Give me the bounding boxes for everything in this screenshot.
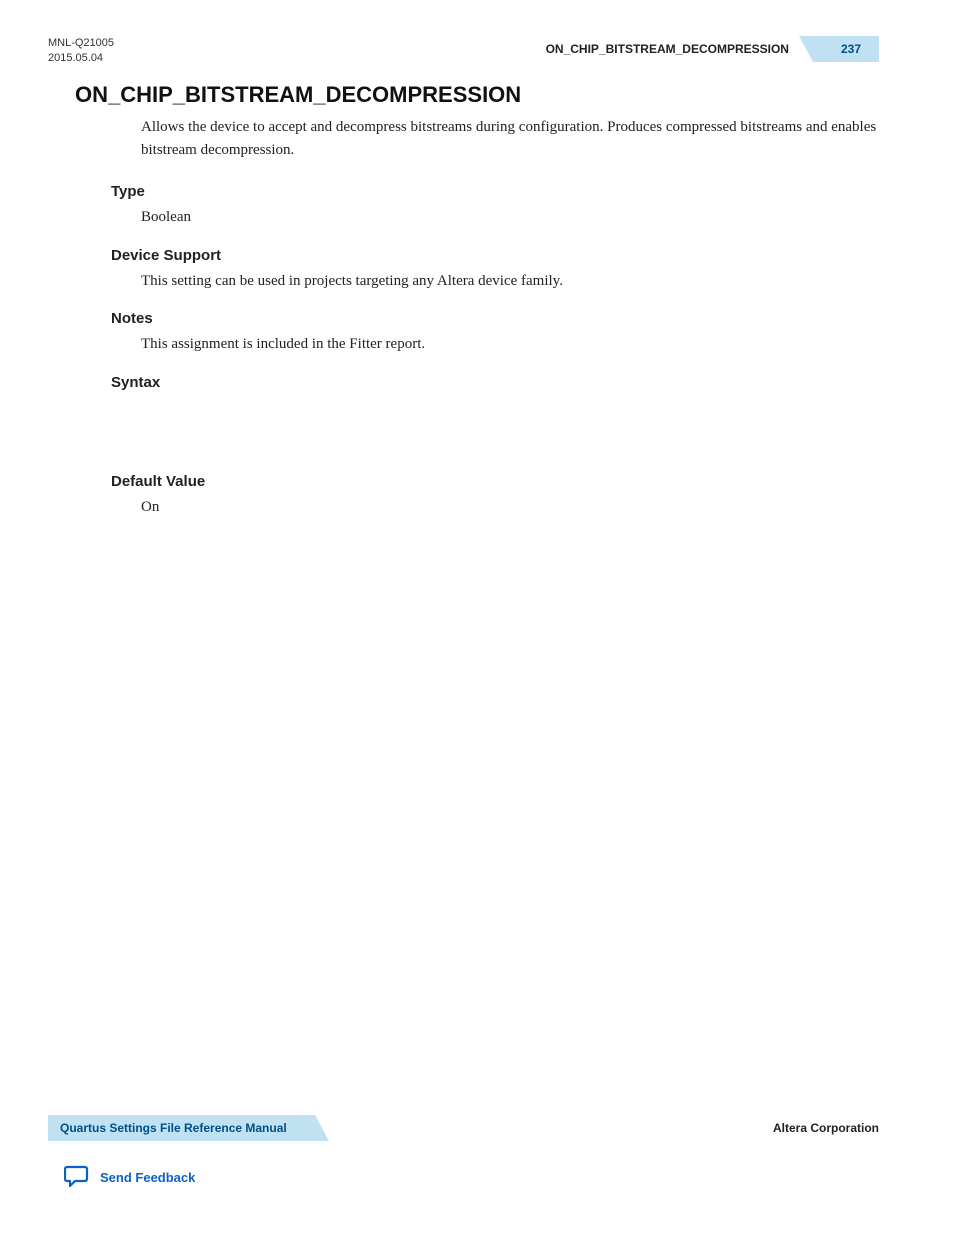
- section-device-support: Device Support This setting can be used …: [111, 247, 879, 293]
- page-header: MNL-Q21005 2015.05.04 ON_CHIP_BITSTREAM_…: [48, 36, 879, 67]
- section-default-value: Default Value On: [111, 473, 879, 519]
- header-right: ON_CHIP_BITSTREAM_DECOMPRESSION 237: [546, 36, 879, 62]
- section-heading: Type: [111, 183, 879, 200]
- page-content: ON_CHIP_BITSTREAM_DECOMPRESSION Allows t…: [75, 82, 879, 536]
- section-syntax: Syntax: [111, 374, 879, 455]
- section-heading: Syntax: [111, 374, 879, 391]
- send-feedback-label: Send Feedback: [100, 1170, 195, 1185]
- section-notes: Notes This assignment is included in the…: [111, 310, 879, 356]
- footer-left-wrap: Quartus Settings File Reference Manual: [48, 1115, 315, 1141]
- section-heading: Notes: [111, 310, 879, 327]
- section-body: This assignment is included in the Fitte…: [141, 333, 879, 356]
- header-doc-meta: MNL-Q21005 2015.05.04: [48, 36, 114, 67]
- section-body: This setting can be used in projects tar…: [141, 270, 879, 293]
- section-body: [141, 397, 879, 455]
- company-name: Altera Corporation: [773, 1121, 879, 1135]
- header-topic: ON_CHIP_BITSTREAM_DECOMPRESSION: [546, 42, 789, 56]
- send-feedback-link[interactable]: Send Feedback: [64, 1165, 195, 1189]
- section-heading: Device Support: [111, 247, 879, 264]
- doc-date: 2015.05.04: [48, 51, 114, 66]
- footer-bar: Quartus Settings File Reference Manual A…: [48, 1115, 879, 1141]
- speech-bubble-icon: [64, 1165, 90, 1189]
- page-title: ON_CHIP_BITSTREAM_DECOMPRESSION: [75, 82, 879, 108]
- intro-paragraph: Allows the device to accept and decompre…: [141, 116, 879, 161]
- section-body: On: [141, 496, 879, 519]
- section-body: Boolean: [141, 206, 879, 229]
- section-type: Type Boolean: [111, 183, 879, 229]
- page-number-tab: 237: [813, 36, 879, 62]
- manual-title-tab[interactable]: Quartus Settings File Reference Manual: [48, 1115, 315, 1141]
- section-heading: Default Value: [111, 473, 879, 490]
- doc-id: MNL-Q21005: [48, 36, 114, 51]
